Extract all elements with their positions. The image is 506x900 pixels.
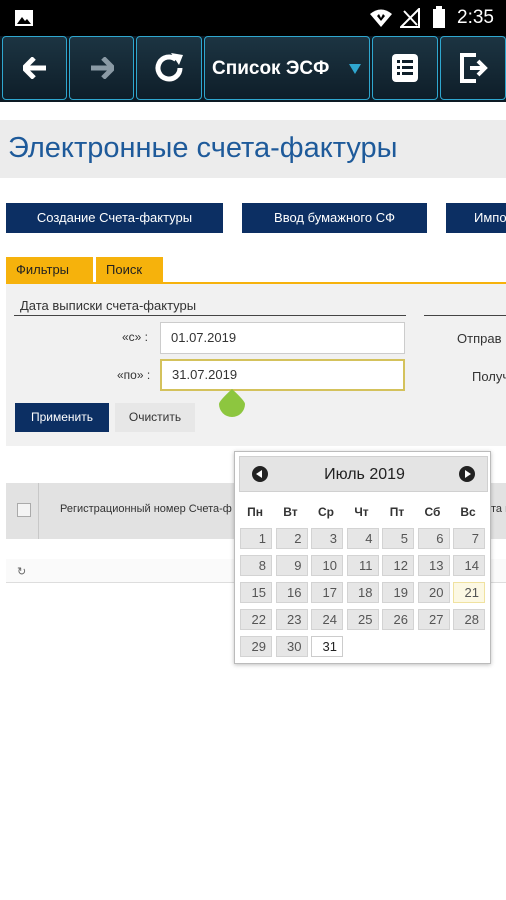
no-signal-icon	[400, 8, 420, 28]
datepicker-header: Июль 2019	[239, 456, 488, 492]
calendar-day[interactable]: 28	[453, 609, 485, 630]
calendar-day[interactable]: 31	[311, 636, 343, 657]
page-header: Электронные счета-фактуры	[0, 120, 506, 178]
date-filter-legend: Дата выписки счета-фактуры	[20, 298, 197, 313]
import-button[interactable]: Импо	[446, 203, 506, 233]
calendar-day[interactable]: 17	[311, 582, 343, 603]
calendar-day[interactable]: 30	[275, 636, 308, 657]
list-view-button[interactable]	[372, 36, 438, 100]
column-separator	[38, 483, 39, 539]
calendar-day[interactable]: 5	[382, 528, 414, 549]
calendar-day[interactable]: 14	[453, 555, 485, 576]
clock: 2:35	[457, 7, 494, 28]
table-refresh-icon[interactable]: ↻	[17, 565, 26, 578]
gallery-notification-icon	[15, 10, 33, 26]
calendar-day[interactable]: 13	[417, 555, 450, 576]
calendar-day[interactable]: 29	[240, 636, 272, 657]
divider	[424, 315, 506, 316]
calendar-day[interactable]: 24	[311, 609, 343, 630]
calendar-day[interactable]: 9	[275, 555, 308, 576]
calendar-day[interactable]: 15	[240, 582, 272, 603]
calendar-day[interactable]: 2	[275, 528, 308, 549]
date-to-label: «по» :	[117, 368, 151, 382]
battery-icon	[433, 6, 445, 28]
page-title: Электронные счета-фактуры	[8, 132, 398, 164]
date-from-label: «с» :	[122, 330, 149, 344]
list-select[interactable]: Список ЭСФ	[204, 36, 370, 100]
divider	[14, 315, 406, 316]
calendar-day[interactable]: 4	[346, 528, 379, 549]
tab-search[interactable]: Поиск	[96, 257, 163, 283]
arrow-left-icon	[22, 57, 46, 79]
refresh-icon	[155, 53, 183, 82]
calendar-day[interactable]: 19	[382, 582, 414, 603]
list-icon	[392, 54, 418, 82]
calendar-day[interactable]: 23	[275, 609, 308, 630]
list-select-label: Список ЭСФ	[212, 58, 330, 79]
calendar-day[interactable]: 3	[311, 528, 343, 549]
calendar-day[interactable]: 7	[453, 528, 485, 549]
paper-invoice-button[interactable]: Ввод бумажного СФ	[242, 203, 427, 233]
column-header-reg-number[interactable]: Регистрационный номер Счета-ф	[60, 503, 232, 515]
select-all-checkbox[interactable]	[17, 503, 31, 517]
date-to-input[interactable]: 31.07.2019	[160, 359, 405, 391]
weekday-header: Пт	[389, 505, 405, 519]
calendar-day[interactable]: 6	[417, 528, 450, 549]
exit-icon	[460, 53, 488, 83]
wifi-icon	[370, 9, 392, 27]
weekday-header: Сб	[424, 505, 441, 519]
calendar-day[interactable]: 18	[346, 582, 379, 603]
date-from-input[interactable]: 01.07.2019	[160, 322, 405, 354]
status-bar: 2:35	[0, 0, 506, 36]
apply-button[interactable]: Применить	[15, 403, 109, 432]
calendar-day[interactable]: 26	[382, 609, 414, 630]
column-header-partial[interactable]: та в	[491, 503, 506, 515]
calendar-day[interactable]: 1	[240, 528, 272, 549]
refresh-button[interactable]	[136, 36, 202, 100]
weekday-header: Вс	[460, 505, 476, 519]
weekday-header: Пн	[247, 505, 263, 519]
calendar-day[interactable]: 11	[346, 555, 379, 576]
exit-button[interactable]	[440, 36, 506, 100]
calendar-day[interactable]: 12	[382, 555, 414, 576]
receiver-label: Получ	[472, 369, 506, 384]
weekday-header: Чт	[354, 505, 369, 519]
calendar-day[interactable]: 22	[240, 609, 272, 630]
weekday-header: Ср	[318, 505, 334, 519]
tab-filters[interactable]: Фильтры	[6, 257, 93, 283]
app-toolbar: Список ЭСФ	[0, 36, 506, 102]
calendar-day[interactable]: 16	[275, 582, 308, 603]
screen: 2:35 Список ЭСФ Электронные счета-фактур…	[0, 0, 506, 900]
calendar-day[interactable]: 8	[240, 555, 272, 576]
calendar-day[interactable]: 21	[453, 582, 485, 603]
calendar-day[interactable]: 27	[417, 609, 450, 630]
datepicker-month-title: Июль 2019	[324, 466, 405, 483]
arrow-right-icon	[90, 57, 114, 79]
sender-label: Отправ	[457, 331, 502, 346]
calendar-day[interactable]: 25	[346, 609, 379, 630]
calendar-day[interactable]: 20	[417, 582, 450, 603]
next-month-icon[interactable]	[459, 466, 475, 482]
datepicker: Июль 2019 Пн Вт Ср Чт Пт Сб Вс 1 2 3 4 5 6 7 8 9 10 11 12 1…	[234, 451, 491, 664]
back-button[interactable]	[2, 36, 67, 100]
clear-button[interactable]: Очистить	[115, 403, 195, 432]
chevron-down-icon	[349, 64, 361, 74]
forward-button[interactable]	[69, 36, 134, 100]
create-invoice-button[interactable]: Создание Счета-фактуры	[6, 203, 223, 233]
text-cursor-handle-icon[interactable]	[219, 389, 245, 417]
weekday-header: Вт	[283, 505, 298, 519]
calendar-day[interactable]: 10	[311, 555, 343, 576]
